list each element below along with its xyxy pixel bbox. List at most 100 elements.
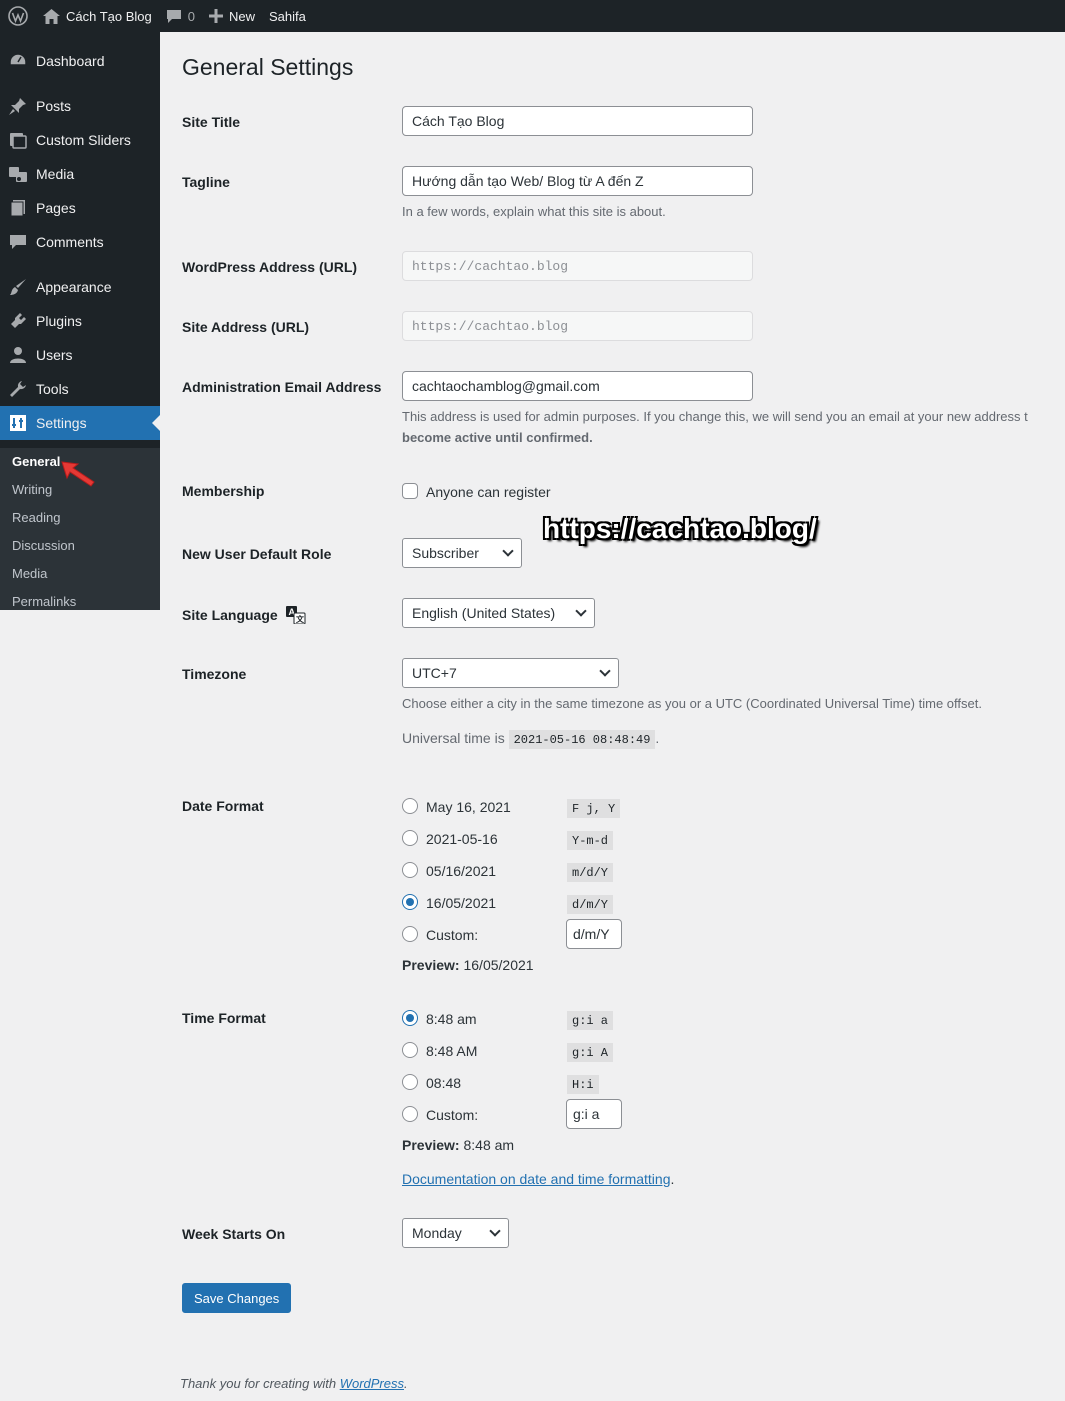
universal-time-value: 2021-05-16 08:48:49: [508, 730, 656, 749]
time-format-preview: Preview: 8:48 am: [402, 1137, 514, 1153]
submenu-general[interactable]: General: [12, 454, 60, 469]
date-format-code: m/d/Y: [567, 863, 614, 882]
time-format-radio-2[interactable]: [402, 1074, 418, 1090]
date-format-radio-3[interactable]: [402, 894, 418, 910]
theme-label: Sahifa: [269, 8, 306, 24]
date-format-custom-input[interactable]: [566, 919, 622, 949]
tagline-input[interactable]: [402, 166, 753, 196]
date-format-radio-custom[interactable]: [402, 926, 418, 942]
date-format-radio-0[interactable]: [402, 798, 418, 814]
date-format-code: Y-m-d: [567, 831, 614, 850]
submenu-permalinks[interactable]: Permalinks: [12, 594, 76, 609]
comment-icon: [0, 225, 36, 259]
date-format-option-label[interactable]: 16/05/2021: [426, 895, 496, 911]
date-format-radio-1[interactable]: [402, 830, 418, 846]
wordpress-link[interactable]: WordPress: [340, 1376, 404, 1391]
site-language-text: Site Language: [182, 607, 278, 624]
site-address-label: Site Address (URL): [182, 319, 310, 335]
new-content-link[interactable]: New: [202, 0, 262, 32]
sidebar-item-label: Users: [36, 347, 73, 363]
sliders-icon: [0, 123, 36, 157]
time-format-radio-custom[interactable]: [402, 1106, 418, 1122]
time-format-custom-label[interactable]: Custom:: [426, 1107, 478, 1123]
sidebar-item-label: Posts: [36, 98, 72, 114]
sidebar-item-label: Comments: [36, 234, 104, 250]
default-role-label: New User Default Role: [182, 546, 332, 562]
sidebar-item-label: Appearance: [36, 279, 112, 295]
chevron-down-icon: [489, 1225, 501, 1237]
site-name-link[interactable]: Cách Tạo Blog: [36, 0, 159, 32]
time-format-option-label[interactable]: 8:48 am: [426, 1011, 477, 1027]
submenu-writing[interactable]: Writing: [12, 482, 52, 497]
date-format-code: F j, Y: [567, 799, 621, 818]
date-format-label: Date Format: [182, 798, 264, 814]
site-name: Cách Tạo Blog: [66, 8, 152, 24]
sidebar-item-media[interactable]: Media: [0, 157, 160, 191]
time-format-radio-1[interactable]: [402, 1042, 418, 1058]
sidebar-item-dashboard[interactable]: Dashboard: [0, 44, 160, 78]
home-icon: [43, 8, 60, 24]
sidebar-item-posts[interactable]: Posts: [0, 89, 160, 123]
site-language-select[interactable]: English (United States): [402, 598, 595, 628]
comments-link[interactable]: 0: [159, 0, 202, 32]
date-format-option-label[interactable]: 05/16/2021: [426, 863, 496, 879]
chevron-down-icon: [502, 545, 514, 557]
sidebar-item-comments[interactable]: Comments: [0, 225, 160, 259]
submenu-discussion[interactable]: Discussion: [12, 538, 75, 553]
sidebar-item-label: Custom Sliders: [36, 132, 131, 148]
save-changes-button[interactable]: Save Changes: [182, 1283, 292, 1313]
submenu-media[interactable]: Media: [12, 566, 47, 581]
anyone-can-register-checkbox[interactable]: [402, 483, 418, 499]
sidebar-item-plugins[interactable]: Plugins: [0, 304, 160, 338]
theme-link[interactable]: Sahifa: [262, 0, 313, 32]
time-format-option-label[interactable]: 08:48: [426, 1075, 461, 1091]
week-starts-select[interactable]: Monday: [402, 1218, 509, 1248]
user-icon: [0, 338, 36, 372]
date-format-radio-2[interactable]: [402, 862, 418, 878]
wordpress-logo-icon[interactable]: [0, 0, 36, 32]
watermark: https://cachtao.blog/: [543, 513, 817, 544]
sidebar-item-custom-sliders[interactable]: Custom Sliders: [0, 123, 160, 157]
submenu-reading[interactable]: Reading: [12, 510, 60, 525]
time-format-code: g:i A: [567, 1043, 614, 1062]
sidebar-item-pages[interactable]: Pages: [0, 191, 160, 225]
time-format-code: H:i: [567, 1075, 599, 1094]
sidebar-item-label: Tools: [36, 381, 69, 397]
site-title-label: Site Title: [182, 114, 241, 130]
date-format-option-label[interactable]: 2021-05-16: [426, 831, 498, 847]
admin-email-input[interactable]: [402, 371, 753, 401]
week-starts-label: Week Starts On: [182, 1226, 286, 1242]
week-starts-value: Monday: [412, 1225, 462, 1241]
documentation-link[interactable]: Documentation on date and time formattin…: [402, 1171, 671, 1187]
plus-icon: [209, 9, 223, 23]
preview-label: Preview:: [402, 1137, 460, 1153]
page-title: General Settings: [182, 54, 354, 80]
sidebar-item-appearance[interactable]: Appearance: [0, 270, 160, 304]
anyone-can-register-label[interactable]: Anyone can register: [426, 484, 551, 500]
sidebar-item-users[interactable]: Users: [0, 338, 160, 372]
time-format-custom-input[interactable]: [566, 1099, 622, 1129]
timezone-description: Choose either a city in the same timezon…: [402, 696, 982, 711]
time-format-option-label[interactable]: 8:48 AM: [426, 1043, 477, 1059]
admin-bar: Cách Tạo Blog 0 New Sahifa: [0, 0, 1065, 32]
date-format-custom-label[interactable]: Custom:: [426, 927, 478, 943]
time-format-radio-0[interactable]: [402, 1010, 418, 1026]
svg-text:文: 文: [296, 614, 305, 624]
page-icon: [0, 191, 36, 225]
date-format-option-label[interactable]: May 16, 2021: [426, 799, 511, 815]
sidebar-item-label: Pages: [36, 200, 76, 216]
default-role-select[interactable]: Subscriber: [402, 538, 522, 568]
admin-sidebar: Dashboard Posts Custom Sliders Media Pag…: [0, 32, 160, 610]
date-format-code: d/m/Y: [567, 895, 614, 914]
membership-label: Membership: [182, 483, 265, 499]
dashboard-icon: [0, 44, 36, 78]
timezone-select[interactable]: UTC+7: [402, 658, 619, 688]
site-title-input[interactable]: [402, 106, 753, 136]
site-language-value: English (United States): [412, 605, 556, 621]
tagline-label: Tagline: [182, 174, 230, 190]
sidebar-item-settings[interactable]: Settings: [0, 406, 160, 440]
date-format-preview: Preview: 16/05/2021: [402, 957, 534, 973]
site-address-input: [402, 311, 753, 341]
preview-label: Preview:: [402, 957, 460, 973]
sidebar-item-tools[interactable]: Tools: [0, 372, 160, 406]
